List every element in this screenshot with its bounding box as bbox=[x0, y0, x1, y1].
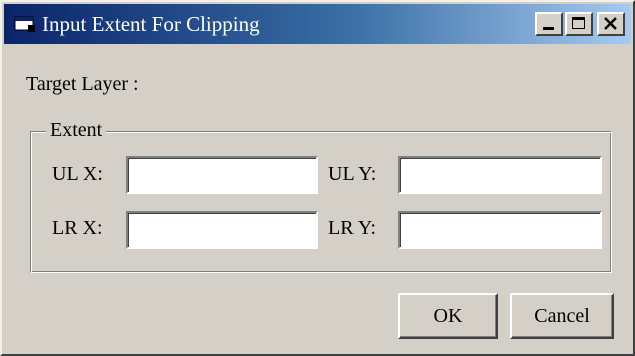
lr-x-label: LR X: bbox=[52, 217, 103, 239]
input-extent-dialog: Input Extent For Clipping Target Layer :… bbox=[0, 0, 635, 356]
lr-y-label: LR Y: bbox=[328, 217, 376, 239]
ul-y-label: UL Y: bbox=[328, 163, 377, 185]
extent-group-legend: Extent bbox=[46, 118, 107, 142]
target-layer-label: Target Layer : bbox=[26, 73, 139, 95]
maximize-icon bbox=[572, 17, 585, 29]
minimize-button[interactable] bbox=[535, 12, 563, 36]
close-button[interactable] bbox=[597, 12, 625, 36]
title-bar[interactable]: Input Extent For Clipping bbox=[4, 4, 631, 44]
close-icon bbox=[604, 17, 617, 30]
lr-x-input[interactable] bbox=[126, 211, 318, 249]
maximize-button[interactable] bbox=[565, 12, 593, 36]
minimize-icon bbox=[543, 27, 554, 30]
cancel-button[interactable]: Cancel bbox=[510, 293, 614, 339]
ul-y-input[interactable] bbox=[398, 156, 602, 194]
lr-y-input[interactable] bbox=[398, 211, 602, 249]
ul-x-input[interactable] bbox=[126, 156, 318, 194]
ok-button[interactable]: OK bbox=[398, 293, 498, 339]
ul-x-label: UL X: bbox=[52, 163, 103, 185]
window-title: Input Extent For Clipping bbox=[42, 12, 260, 36]
extent-groupbox bbox=[30, 131, 612, 273]
app-window-icon[interactable] bbox=[14, 15, 36, 33]
